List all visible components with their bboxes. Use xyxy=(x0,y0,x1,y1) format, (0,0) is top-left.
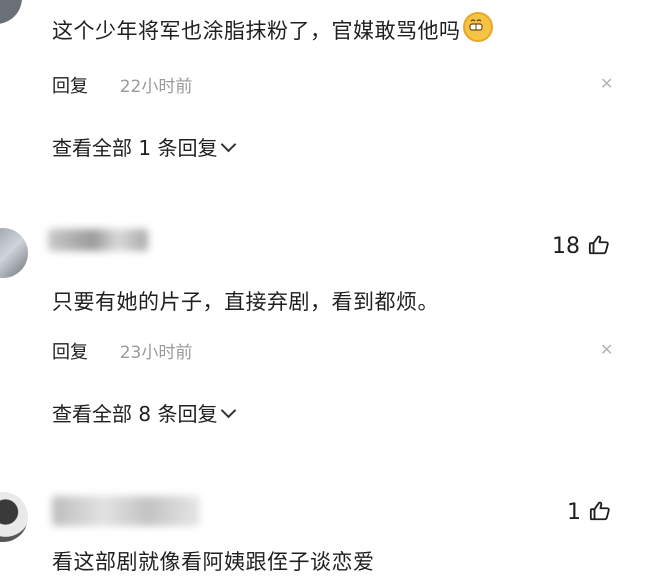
avatar[interactable] xyxy=(0,228,28,278)
thumbs-up-icon xyxy=(589,500,611,522)
comment-meta: 回复 23小时前 xyxy=(52,338,192,364)
like-count[interactable]: 1 xyxy=(567,500,611,525)
chevron-down-icon xyxy=(221,136,237,153)
chevron-down-icon xyxy=(221,402,237,419)
close-icon[interactable]: ✕ xyxy=(600,340,613,359)
timestamp: 23小时前 xyxy=(119,343,193,363)
comment-text: 这个少年将军也涂脂抹粉了，官媒敢骂他吗 xyxy=(52,12,493,45)
username[interactable] xyxy=(48,229,148,251)
view-replies-button[interactable]: 查看全部 8 条回复 xyxy=(52,398,237,427)
thumbs-up-icon xyxy=(588,234,610,256)
reply-button[interactable]: 回复 xyxy=(52,76,88,97)
timestamp: 22小时前 xyxy=(119,77,193,97)
view-replies-button[interactable]: 查看全部 1 条回复 xyxy=(52,132,237,161)
grinning-emoji-icon xyxy=(462,12,493,42)
reply-button[interactable]: 回复 xyxy=(52,342,88,363)
comment-text: 看这部剧就像看阿姨跟侄子谈恋爱 xyxy=(52,550,375,574)
like-count[interactable]: 18 xyxy=(552,234,610,259)
comment-meta: 回复 22小时前 xyxy=(52,72,192,98)
close-icon[interactable]: ✕ xyxy=(600,74,613,93)
avatar[interactable] xyxy=(0,492,28,542)
avatar[interactable] xyxy=(0,0,22,24)
comment-text: 只要有她的片子，直接弃剧，看到都烦。 xyxy=(52,290,439,314)
username[interactable] xyxy=(52,496,200,526)
